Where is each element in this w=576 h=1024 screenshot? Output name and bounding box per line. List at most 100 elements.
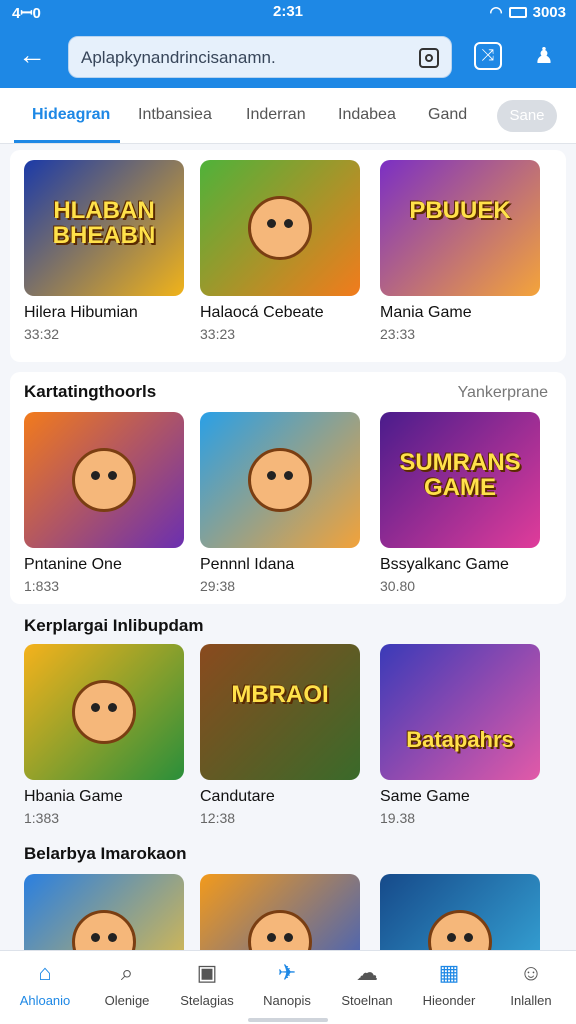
nav-label: Stoelnan (341, 993, 393, 1008)
character-face (248, 448, 312, 512)
game-card[interactable]: HLABAN BHEABN Hilera Hibumian 33:32 (24, 160, 184, 342)
nav-label: Hieonder (422, 993, 476, 1008)
status-right-text: 3003 (532, 3, 566, 21)
thumbnail-text: PBUUEK (409, 197, 511, 224)
game-card[interactable]: Batapahrs Same Game 19.38 (380, 644, 540, 826)
character-face (248, 196, 312, 260)
game-meta: 30.80 (380, 578, 416, 594)
thumbnail-text: MBRAOI (231, 681, 329, 708)
thumbnail-text: Batapahrs (406, 727, 514, 752)
game-meta: 23:33 (380, 326, 416, 342)
nav-item-chat[interactable]: ☁ Stoelnan (326, 959, 408, 1008)
game-title: Hilera Hibumian (24, 304, 138, 321)
game-meta: 1:383 (24, 810, 60, 826)
search-input[interactable]: Aplapkynandrincisanamn. (68, 36, 452, 78)
character-face (72, 680, 136, 744)
section-title: Kerplargai Inlibupdam (24, 616, 204, 635)
game-title: Candutare (200, 788, 275, 805)
person-icon: ☺ (519, 960, 543, 985)
game-meta: 29:38 (200, 578, 236, 594)
tab-2[interactable]: Intbansiea (138, 106, 212, 124)
game-thumbnail: HLABAN BHEABN (24, 160, 184, 296)
status-bar: 4ꟷ0 2:31 ◠ 3003 (0, 0, 576, 24)
grid-icon: ▣ (196, 960, 218, 985)
chat-icon: ☁ (356, 960, 378, 985)
category-tabs: Hideagran Intbansiea Inderran Indabea Ga… (0, 88, 576, 144)
character-face (72, 910, 136, 950)
game-thumbnail (380, 874, 540, 950)
account-icon[interactable]: ♟ (530, 42, 558, 70)
home-indicator (248, 1018, 328, 1022)
game-thumbnail (24, 644, 184, 780)
game-title: Mania Game (380, 304, 472, 321)
tab-4[interactable]: Indabea (338, 106, 396, 124)
tab-indicator (14, 140, 120, 143)
game-card[interactable] (380, 874, 540, 950)
camera-icon[interactable] (419, 48, 439, 68)
game-thumbnail (200, 160, 360, 296)
shuffle-icon[interactable]: ⤨ (474, 42, 502, 70)
game-title: Halaocá Cebeate (200, 304, 324, 321)
game-card[interactable]: Pennnl Idana 29:38 (200, 412, 360, 594)
character-face (428, 910, 492, 950)
compass-icon: ✈ (277, 960, 297, 985)
game-card[interactable] (24, 874, 184, 950)
game-card[interactable]: Pntanine One 1:833 (24, 412, 184, 594)
back-arrow-icon[interactable]: ← (18, 40, 50, 72)
app-bar: ← Aplapkynandrincisanamn. ⤨ ♟ (0, 24, 576, 88)
wifi-icon: ◠ (489, 4, 503, 21)
thumbnail-text: HLABAN BHEABN (52, 197, 156, 250)
game-card[interactable]: Hbania Game 1:383 (24, 644, 184, 826)
nav-item-home[interactable]: ⌂ Ahloanio (4, 959, 86, 1008)
nav-label: Inlallen (510, 993, 552, 1008)
nav-item-search[interactable]: ⌕ Olenige (86, 959, 168, 1008)
home-icon: ⌂ (38, 960, 52, 985)
battery-icon (508, 6, 527, 18)
nav-label: Ahloanio (19, 993, 71, 1008)
section-see-more-link[interactable]: Yankerprane (458, 384, 548, 402)
game-title: Hbania Game (24, 788, 123, 805)
game-meta: 33:23 (200, 326, 236, 342)
nav-label: Stelagias (180, 993, 234, 1008)
game-title: Pennnl Idana (200, 556, 295, 573)
game-meta: 1:833 (24, 578, 60, 594)
tab-1[interactable]: Hideagran (32, 106, 110, 124)
tab-3[interactable]: Inderran (246, 106, 306, 124)
search-icon: ⌕ (120, 960, 134, 985)
character-face (72, 448, 136, 512)
section-featured: HLABAN BHEABN Hilera Hibumian 33:32 Hala… (10, 150, 566, 362)
nav-item-calendar[interactable]: ▦ Hieonder (408, 959, 490, 1008)
game-thumbnail: MBRAOI (200, 644, 360, 780)
nav-label: Nanopis (263, 993, 311, 1008)
game-thumbnail: SUMRANS GAME (380, 412, 540, 548)
game-card[interactable]: PBUUEK Mania Game 23:33 (380, 160, 540, 342)
tab-6[interactable]: Sane (497, 100, 557, 132)
status-right: ◠ 3003 (489, 3, 566, 22)
game-thumbnail (24, 874, 184, 950)
game-title: Same Game (380, 788, 470, 805)
bottom-navigation: ⌂ Ahloanio ⌕ Olenige ▣ Stelagias ✈ Nanop… (0, 950, 576, 1024)
game-thumbnail (24, 412, 184, 548)
section-2: Kartatingthoorls Yankerprane Pntanine On… (10, 372, 566, 604)
game-card[interactable]: Halaocá Cebeate 33:23 (200, 160, 360, 342)
game-title: Bssyalkanc Game (380, 556, 509, 573)
game-card[interactable]: SUMRANS GAME Bssyalkanc Game 30.80 (380, 412, 540, 594)
game-thumbnail: PBUUEK (380, 160, 540, 296)
section-title: Belarbya Imarokaon (24, 844, 187, 863)
game-title: Pntanine One (24, 556, 122, 573)
nav-label: Olenige (104, 993, 150, 1008)
nav-item-grid[interactable]: ▣ Stelagias (166, 959, 248, 1008)
nav-item-compass[interactable]: ✈ Nanopis (246, 959, 328, 1008)
game-thumbnail (200, 412, 360, 548)
nav-item-profile[interactable]: ☺ Inlallen (490, 959, 572, 1008)
tab-5[interactable]: Gand (428, 106, 467, 124)
game-card[interactable]: MBRAOI Candutare 12:38 (200, 644, 360, 826)
game-card[interactable] (200, 874, 360, 950)
search-placeholder: Aplapkynandrincisanamn. (81, 48, 276, 67)
section-title: Kartatingthoorls (24, 382, 157, 401)
section-4: Belarbya Imarokaon (10, 836, 566, 950)
game-thumbnail: Batapahrs (380, 644, 540, 780)
calendar-icon: ▦ (438, 960, 460, 985)
section-3: Kerplargai Inlibupdam Hbania Game 1:383 … (10, 606, 566, 836)
game-meta: 12:38 (200, 810, 236, 826)
